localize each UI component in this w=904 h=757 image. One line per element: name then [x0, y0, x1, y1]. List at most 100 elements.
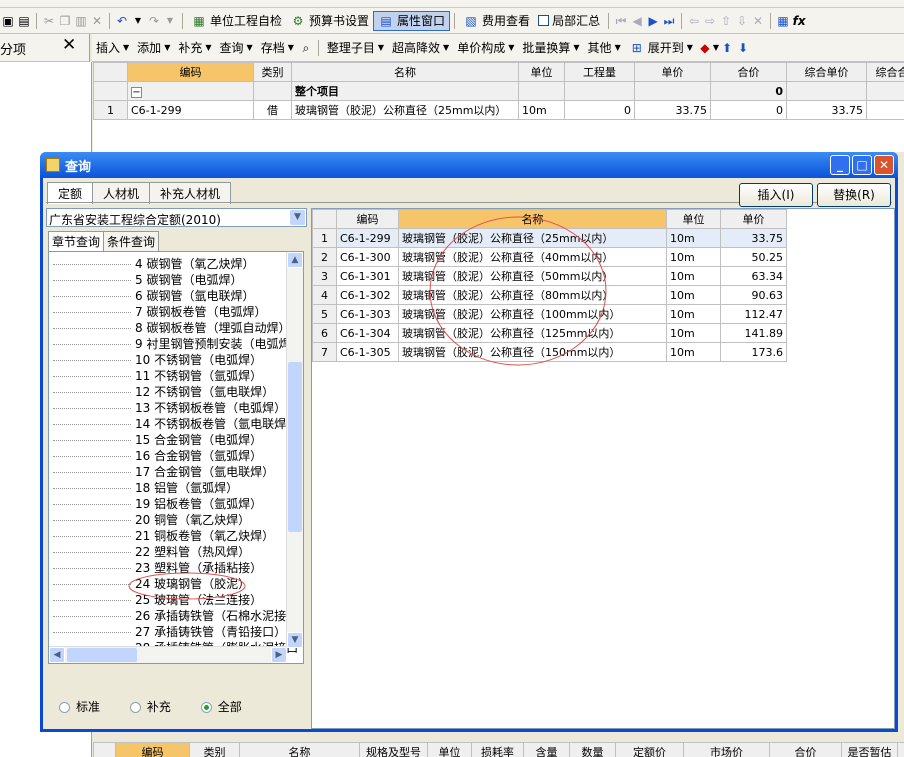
tree-item[interactable]: 4 碳钢管（氧乙炔焊） — [49, 256, 254, 272]
archive-menu[interactable]: 存档 ▼ — [257, 38, 298, 58]
copy-icon[interactable]: ❐ — [57, 13, 73, 29]
arrow-up-icon[interactable]: ⬆ — [719, 40, 735, 56]
formula-icon[interactable]: fx — [791, 13, 807, 29]
tree-item[interactable]: 16 合金钢管（氩弧焊） — [49, 448, 262, 464]
add-menu[interactable]: 添加 ▼ — [133, 38, 174, 58]
radio-all[interactable]: 全部 — [200, 700, 242, 714]
dialog-title-bar[interactable]: 查询 _ □ ✕ — [40, 152, 898, 178]
tree-item[interactable]: 11 不锈钢管（氩弧焊） — [49, 368, 262, 384]
tab-labor-material[interactable]: 人材机 — [92, 182, 151, 204]
col-quantity[interactable]: 工程量 — [564, 62, 635, 82]
col-comp-total[interactable]: 综合合价 — [866, 62, 904, 82]
scroll-right-icon[interactable]: ▶ — [271, 647, 287, 663]
super-height-menu[interactable]: 超高降效 ▼ — [388, 38, 453, 58]
other-menu[interactable]: 其他 ▼ — [584, 38, 625, 58]
scroll-thumb[interactable] — [288, 362, 302, 532]
col-category[interactable]: 类别 — [253, 62, 292, 82]
tab-quota[interactable]: 定额 — [47, 182, 94, 204]
col-total[interactable]: 合价 — [710, 62, 787, 82]
budget-settings-button[interactable]: ⚙ 预算书设置 — [286, 11, 373, 31]
maximize-icon[interactable]: □ — [852, 155, 872, 175]
tree-item[interactable]: 17 合金钢管（氩电联焊） — [49, 464, 274, 480]
tree-item[interactable]: 5 碳钢管（电弧焊） — [49, 272, 242, 288]
property-window-button[interactable]: ▤ 属性窗口 — [373, 10, 451, 31]
self-check-button[interactable]: ▦ 单位工程自检 — [187, 11, 286, 31]
delete-row-icon[interactable]: ✕ — [750, 13, 766, 29]
scroll-up-icon[interactable]: ▲ — [287, 252, 303, 268]
table-row[interactable]: 1 C6-1-299 借 玻璃钢管（胶泥）公称直径（25mm以内） 10m 0 … — [93, 100, 904, 120]
arrow-down-icon[interactable]: ⬇ — [735, 40, 751, 56]
tree-item[interactable]: 21 铜板卷管（氧乙炔焊） — [49, 528, 274, 544]
col-unit[interactable]: 单位 — [518, 62, 565, 82]
tree-item[interactable]: 10 不锈钢管（电弧焊） — [49, 352, 262, 368]
tab-chapter-query[interactable]: 章节查询 — [48, 231, 105, 251]
unit-price-comp-menu[interactable]: 单价构成 ▼ — [453, 38, 518, 58]
checkbox[interactable] — [538, 15, 550, 26]
tree-item[interactable]: 15 合金钢管（电弧焊） — [49, 432, 262, 448]
close-icon[interactable]: ✕ — [874, 155, 894, 175]
open-icon[interactable]: ▤ — [16, 13, 32, 29]
prev-icon[interactable]: ◀ — [629, 13, 645, 29]
move-up-icon[interactable]: ⇧ — [718, 13, 734, 29]
col-comp-price[interactable]: 综合单价 — [786, 62, 867, 82]
minimize-icon[interactable]: _ — [830, 155, 850, 175]
binoculars-icon[interactable]: ⌕ — [298, 40, 314, 56]
move-right-icon[interactable]: ⇨ — [702, 13, 718, 29]
batch-convert-menu[interactable]: 批量换算 ▼ — [518, 38, 583, 58]
close-icon[interactable]: ✕ — [62, 35, 76, 55]
tree-item[interactable]: 8 碳钢板卷管（埋弧自动焊） — [49, 320, 290, 336]
tree-hscrollbar[interactable]: ◀ ▶ — [49, 646, 287, 663]
tree-item[interactable]: 22 塑料管（热风焊） — [49, 544, 250, 560]
tree-item[interactable]: 18 铝管（氩弧焊） — [49, 480, 238, 496]
tab-condition-query[interactable]: 条件查询 — [103, 231, 160, 251]
insert-menu[interactable]: 插入 ▼ — [92, 38, 133, 58]
chevron-down-icon[interactable]: ▼ — [130, 13, 146, 29]
tree-item[interactable]: 19 铝板卷管（氩弧焊） — [49, 496, 262, 512]
tree-item[interactable]: 7 碳钢板卷管（电弧焊） — [49, 304, 266, 320]
supplement-menu[interactable]: 补充 ▼ — [174, 38, 215, 58]
move-down-icon[interactable]: ⇩ — [734, 13, 750, 29]
col-code[interactable]: 编码 — [336, 209, 399, 229]
move-left-icon[interactable]: ⇦ — [686, 13, 702, 29]
redo-icon[interactable]: ↷ — [146, 13, 162, 29]
col-code[interactable]: 编码 — [127, 62, 254, 82]
tree-item[interactable]: 26 承插铸铁管（石棉水泥接口 — [49, 608, 298, 624]
first-icon[interactable]: ⏮ — [613, 13, 629, 29]
scroll-down-icon[interactable]: ▼ — [287, 632, 303, 648]
scroll-left-icon[interactable]: ◀ — [49, 647, 65, 663]
replace-button[interactable]: 替换(R) — [817, 183, 891, 207]
last-icon[interactable]: ⏭ — [661, 13, 677, 29]
col-name[interactable]: 名称 — [291, 62, 519, 82]
undo-icon[interactable]: ↶ — [114, 13, 130, 29]
local-summary-toggle[interactable]: 局部汇总 — [534, 11, 604, 31]
cut-icon[interactable]: ✂ — [41, 13, 57, 29]
quota-library-select[interactable]: 广东省安装工程综合定额(2010) ▼ — [46, 208, 307, 227]
collapse-toggle[interactable]: − — [131, 86, 142, 98]
calculator-icon[interactable]: ▦ — [775, 13, 791, 29]
chevron-down-icon[interactable]: ▼ — [162, 13, 178, 29]
expand-to-menu[interactable]: ⊞ 展开到 ▼ — [625, 38, 697, 58]
radio-supplement[interactable]: 补充 — [129, 700, 171, 714]
col-price[interactable]: 单价 — [634, 62, 711, 82]
col-price[interactable]: 单价 — [720, 209, 787, 229]
tab-supplement-material[interactable]: 补充人材机 — [149, 182, 232, 204]
next-icon[interactable]: ▶ — [645, 13, 661, 29]
save-icon[interactable]: ▣ — [0, 13, 16, 29]
col-unit[interactable]: 单位 — [666, 209, 721, 229]
tree-item[interactable]: 6 碳钢管（氩电联焊） — [49, 288, 254, 304]
summary-row[interactable]: − 整个项目 0 — [93, 81, 904, 101]
radio-standard[interactable]: 标准 — [59, 700, 100, 714]
tree-item[interactable]: 14 不锈钢板卷管（氩电联焊） — [49, 416, 298, 432]
tree-vscrollbar[interactable]: ▲ ▼ — [286, 252, 303, 648]
tree-item[interactable]: 9 衬里钢管预制安装（电弧焊 — [49, 336, 290, 352]
chevron-down-icon[interactable]: ▼ — [290, 210, 305, 225]
tree-item[interactable]: 20 铜管（氧乙炔焊） — [49, 512, 250, 528]
tree-item[interactable]: 27 承插铸铁管（青铅接口） — [49, 624, 286, 640]
tree-item[interactable]: 12 不锈钢管（氩电联焊） — [49, 384, 274, 400]
insert-button[interactable]: 插入(I) — [739, 183, 813, 207]
tree-item[interactable]: 13 不锈钢板卷管（电弧焊） — [49, 400, 286, 416]
paint-bucket-icon[interactable]: ◆ — [697, 40, 713, 56]
delete-icon[interactable]: ✕ — [89, 13, 105, 29]
organize-menu[interactable]: 整理子目 ▼ — [323, 38, 388, 58]
paste-icon[interactable]: ▥ — [73, 13, 89, 29]
